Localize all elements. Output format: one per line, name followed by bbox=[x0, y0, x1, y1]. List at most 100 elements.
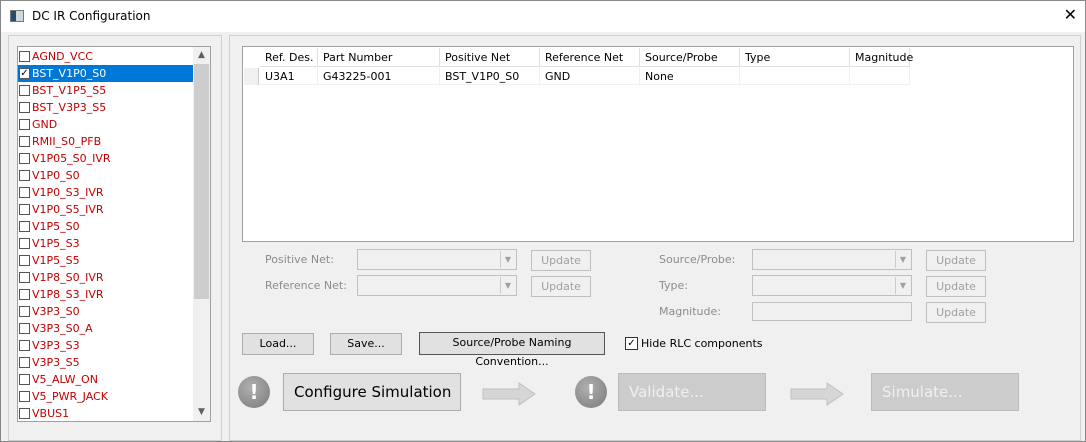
simulate-button[interactable]: Simulate... bbox=[871, 373, 1019, 411]
scroll-down-icon[interactable]: ▼ bbox=[193, 404, 210, 421]
table-cell[interactable] bbox=[850, 68, 910, 85]
net-checkbox[interactable] bbox=[19, 204, 30, 215]
net-list-item[interactable]: V1P5_S0 bbox=[18, 218, 194, 235]
dc-ir-configuration-window: DC IR Configuration ✕ VBUS1 V5_PWR_JACK V5… bbox=[0, 0, 1086, 442]
net-list-item[interactable]: RMII_S0_PFB bbox=[18, 133, 194, 150]
net-list-item[interactable]: V5_PWR_JACK bbox=[18, 388, 194, 405]
net-list-item[interactable]: V1P0_S0 bbox=[18, 167, 194, 184]
net-list-item[interactable]: BST_V3P3_S5 bbox=[18, 99, 194, 116]
net-checkbox[interactable] bbox=[19, 289, 30, 300]
table-cell[interactable]: G43225-001 bbox=[318, 68, 440, 85]
magnitude-update-button[interactable]: Update bbox=[926, 302, 986, 323]
net-label: V3P3_S5 bbox=[32, 356, 80, 369]
net-label: V1P0_S3_IVR bbox=[32, 186, 104, 199]
net-label: V1P5_S0 bbox=[32, 220, 80, 233]
net-list-item[interactable]: GND bbox=[18, 116, 194, 133]
column-header[interactable]: Source/Probe bbox=[640, 48, 740, 67]
column-header[interactable]: Part Number bbox=[318, 48, 440, 67]
component-table[interactable]: Ref. Des. Part Number Positive Net Referenc… bbox=[242, 46, 1074, 242]
net-list[interactable]: VBUS1 V5_PWR_JACK V5_ALW_ON V3P3_S5 V3P3_S3 V… bbox=[17, 46, 211, 422]
type-select[interactable]: ▼ bbox=[752, 275, 912, 296]
net-checkbox[interactable] bbox=[19, 306, 30, 317]
net-checkbox[interactable] bbox=[19, 238, 30, 249]
net-label: BST_V1P0_S0 bbox=[32, 67, 107, 80]
net-label: RMII_S0_PFB bbox=[32, 135, 102, 148]
configure-simulation-button[interactable]: Configure Simulation bbox=[283, 373, 461, 411]
hide-rlc-checkbox[interactable]: ✓ bbox=[625, 337, 638, 350]
net-checkbox[interactable] bbox=[19, 255, 30, 266]
row-selector[interactable] bbox=[244, 68, 259, 85]
column-header[interactable]: Ref. Des. bbox=[260, 48, 318, 67]
net-checkbox[interactable] bbox=[19, 136, 30, 147]
reference-net-update-button[interactable]: Update bbox=[531, 276, 591, 297]
magnitude-input[interactable] bbox=[752, 302, 912, 321]
naming-convention-button[interactable]: Source/Probe Naming Convention... bbox=[419, 332, 605, 368]
net-list-item[interactable]: V5_ALW_ON bbox=[18, 371, 194, 388]
net-label: GND bbox=[32, 118, 58, 131]
type-update-button[interactable]: Update bbox=[926, 276, 986, 297]
positive-net-update-button[interactable]: Update bbox=[531, 250, 591, 271]
close-icon[interactable]: ✕ bbox=[1064, 5, 1077, 24]
magnitude-label: Magnitude: bbox=[659, 305, 721, 318]
net-checkbox[interactable] bbox=[19, 408, 30, 419]
table-cell[interactable]: U3A1 bbox=[260, 68, 318, 85]
net-list-item[interactable]: AGND_VCC bbox=[18, 48, 194, 65]
positive-net-select[interactable]: ▼ bbox=[357, 249, 517, 270]
table-cell[interactable]: BST_V1P0_S0 bbox=[440, 68, 540, 85]
net-checkbox[interactable] bbox=[19, 391, 30, 402]
net-checkbox[interactable] bbox=[19, 272, 30, 283]
net-list-scrollbar[interactable]: ▲ ▼ bbox=[193, 47, 210, 421]
hide-rlc-label: Hide RLC components bbox=[641, 337, 763, 350]
net-list-item[interactable]: V1P8_S0_IVR bbox=[18, 269, 194, 286]
net-list-item[interactable]: ✓ BST_V1P0_S0 bbox=[18, 65, 194, 82]
net-checkbox[interactable] bbox=[19, 119, 30, 130]
table-cell[interactable]: GND bbox=[540, 68, 640, 85]
net-list-item[interactable]: VBUS1 bbox=[18, 405, 194, 421]
table-cell[interactable] bbox=[740, 68, 850, 85]
net-checkbox[interactable] bbox=[19, 323, 30, 334]
type-label: Type: bbox=[659, 279, 688, 292]
net-list-item[interactable]: V1P5_S3 bbox=[18, 235, 194, 252]
column-header[interactable]: Magnitude bbox=[850, 48, 913, 67]
net-checkbox[interactable] bbox=[19, 102, 30, 113]
source-probe-select[interactable]: ▼ bbox=[752, 249, 912, 270]
net-checkbox[interactable] bbox=[19, 221, 30, 232]
net-list-item[interactable]: V1P0_S5_IVR bbox=[18, 201, 194, 218]
net-checkbox[interactable] bbox=[19, 85, 30, 96]
net-list-item[interactable]: V1P5_S5 bbox=[18, 252, 194, 269]
reference-net-select[interactable]: ▼ bbox=[357, 275, 517, 296]
net-checkbox[interactable] bbox=[19, 374, 30, 385]
net-list-item[interactable]: V3P3_S0 bbox=[18, 303, 194, 320]
net-checkbox[interactable] bbox=[19, 357, 30, 368]
net-checkbox[interactable]: ✓ bbox=[19, 68, 30, 79]
arrow-right-icon bbox=[790, 382, 844, 406]
scroll-up-icon[interactable]: ▲ bbox=[193, 47, 210, 64]
net-list-item[interactable]: V3P3_S5 bbox=[18, 354, 194, 371]
net-list-item[interactable]: V1P0_S3_IVR bbox=[18, 184, 194, 201]
save-button[interactable]: Save... bbox=[330, 333, 402, 355]
net-label: V1P5_S3 bbox=[32, 237, 80, 250]
chevron-down-icon: ▼ bbox=[500, 277, 515, 294]
column-header[interactable]: Reference Net bbox=[540, 48, 640, 67]
load-button[interactable]: Load... bbox=[242, 333, 314, 355]
column-header[interactable]: Positive Net bbox=[440, 48, 540, 67]
net-list-item[interactable]: V3P3_S0_A bbox=[18, 320, 194, 337]
net-list-item[interactable]: V1P8_S3_IVR bbox=[18, 286, 194, 303]
validate-warning-icon: ! bbox=[575, 376, 607, 408]
validate-button[interactable]: Validate... bbox=[618, 373, 766, 411]
source-probe-update-button[interactable]: Update bbox=[926, 250, 986, 271]
net-checkbox[interactable] bbox=[19, 51, 30, 62]
net-checkbox[interactable] bbox=[19, 153, 30, 164]
configure-warning-icon: ! bbox=[238, 376, 270, 408]
net-label: V5_ALW_ON bbox=[32, 373, 98, 386]
column-header[interactable]: Type bbox=[740, 48, 850, 67]
net-checkbox[interactable] bbox=[19, 170, 30, 181]
table-cell[interactable]: None bbox=[640, 68, 740, 85]
net-label: V1P8_S0_IVR bbox=[32, 271, 104, 284]
scroll-thumb[interactable] bbox=[194, 64, 209, 299]
net-list-item[interactable]: BST_V1P5_S5 bbox=[18, 82, 194, 99]
net-checkbox[interactable] bbox=[19, 187, 30, 198]
net-list-item[interactable]: V3P3_S3 bbox=[18, 337, 194, 354]
net-checkbox[interactable] bbox=[19, 340, 30, 351]
net-list-item[interactable]: V1P05_S0_IVR bbox=[18, 150, 194, 167]
